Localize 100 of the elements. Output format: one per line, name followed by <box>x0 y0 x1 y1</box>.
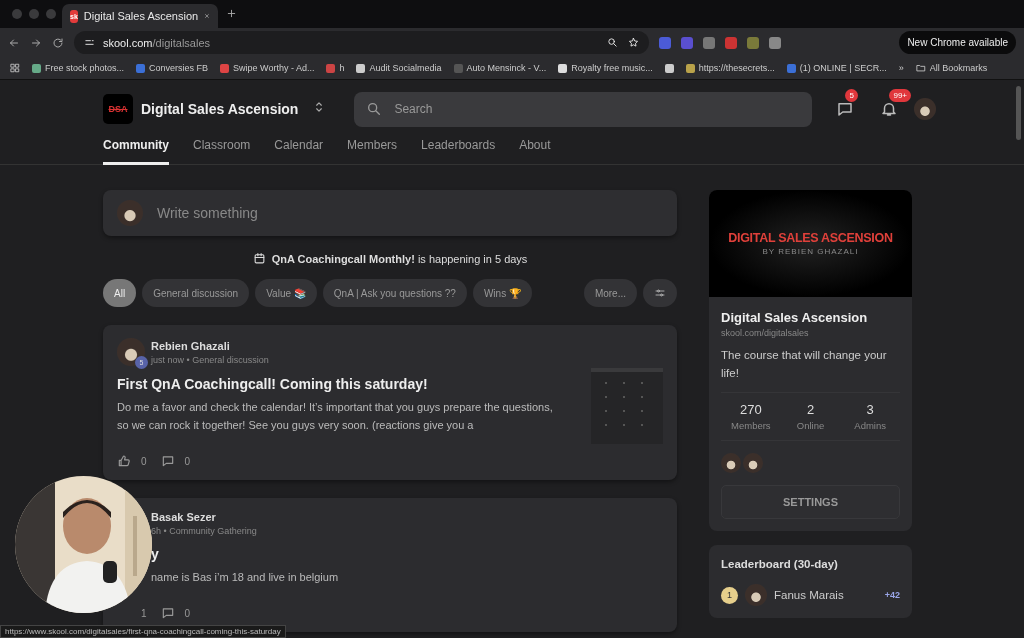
comment-icon[interactable] <box>160 454 175 468</box>
bookmark-icon <box>32 63 41 73</box>
post-title[interactable]: y <box>151 546 159 562</box>
bookmark-icon <box>664 63 674 73</box>
like-count: 1 <box>141 607 147 619</box>
nav-tab[interactable]: Calendar <box>274 138 324 165</box>
search-field[interactable]: Search <box>354 91 813 127</box>
settings-button[interactable]: SETTINGS <box>721 485 900 519</box>
group-title: Digital Sales Ascension <box>721 310 869 325</box>
bookmark[interactable]: Auto Mensinck - V... <box>453 63 547 73</box>
member-avatar[interactable] <box>745 584 767 606</box>
bookmark-icon <box>136 63 146 73</box>
post-meta: just now • General discussion <box>151 354 269 365</box>
bookmark-icon <box>786 63 796 73</box>
stat-value: 2 <box>806 402 815 417</box>
nav-tab[interactable]: About <box>519 138 551 165</box>
points: +42 <box>884 590 900 600</box>
star-icon[interactable] <box>628 37 639 48</box>
chat-badge: 5 <box>845 89 858 102</box>
post-body: Do me a favor and check the calendar! It’s important that you guys prepare the questions, so we can rock it together! See you guys very soon. (reactions give you a <box>117 400 554 433</box>
post-title[interactable]: First QnA Coachingcall! Coming this saturday! <box>117 376 428 392</box>
rank-medal: 1 <box>721 586 738 604</box>
post-body: name is Bas i’m 18 and live in belgium <box>151 570 339 585</box>
nav-tab[interactable]: Community <box>103 138 169 165</box>
extension-icon[interactable] <box>769 36 781 49</box>
post-card[interactable] <box>103 325 677 480</box>
extension-icon[interactable] <box>725 36 737 49</box>
update-button[interactable]: New Chrome available <box>899 31 1016 54</box>
thumbnail-drawing[interactable] <box>591 368 663 444</box>
bookmark[interactable] <box>664 63 674 73</box>
bookmark[interactable]: https://thesecrets... <box>685 63 775 73</box>
comment-count: 0 <box>184 607 191 619</box>
filter-chip[interactable]: General discussion <box>142 279 250 307</box>
banner-title: DIGITAL SALES ASCENSION <box>728 230 893 245</box>
like-icon[interactable] <box>117 454 131 468</box>
user-avatar <box>117 200 143 226</box>
bell-icon[interactable] <box>880 100 899 118</box>
close-icon[interactable] <box>204 11 210 21</box>
back-icon[interactable] <box>8 36 20 49</box>
more-filter[interactable]: More... <box>583 279 637 307</box>
plus-icon[interactable] <box>226 8 237 19</box>
bookmark[interactable]: Audit Socialmedia <box>356 63 442 73</box>
stat-value: 270 <box>740 402 762 417</box>
member-name[interactable]: Fanus Marais <box>774 589 878 601</box>
nav-tab[interactable]: Classroom <box>193 138 251 165</box>
bookmark[interactable]: Conversies FB <box>136 63 209 73</box>
author-name[interactable]: Basak Sezer <box>151 511 257 523</box>
comment-count: 0 <box>184 455 191 467</box>
search-icon <box>366 101 383 117</box>
stat-label: Members <box>731 420 771 431</box>
profile-avatar[interactable] <box>914 98 937 120</box>
forward-icon[interactable] <box>30 36 42 49</box>
author-name[interactable]: Rebien Ghazali <box>151 339 269 352</box>
filter-chip[interactable]: Wins 🏆 <box>472 279 532 307</box>
bookmark[interactable]: Royalty free music... <box>558 63 653 73</box>
bookmark[interactable]: h <box>326 63 345 73</box>
bookmark-icon <box>356 63 366 73</box>
bookmark-icon <box>558 63 568 73</box>
stat-label: Admins <box>854 420 886 431</box>
site-settings-icon <box>84 37 95 48</box>
bookmark[interactable]: Free stock photos... <box>32 63 125 73</box>
post-composer[interactable]: Write something <box>103 190 677 236</box>
nav-tab[interactable]: Leaderboards <box>421 138 496 165</box>
bookmarks-overflow[interactable]: » <box>898 63 904 73</box>
member-avatar[interactable] <box>743 453 763 473</box>
like-count: 0 <box>141 455 147 467</box>
comment-icon[interactable] <box>160 606 175 620</box>
bookmark-icon <box>685 63 695 73</box>
zoom-icon[interactable] <box>607 37 618 48</box>
status-url: https://www.skool.com/digitalsales/first-qna-coachingcall-coming-this-saturday <box>0 625 286 638</box>
folder-icon <box>915 63 926 73</box>
event-notice[interactable]: QnA Coachingcall Monthly! is happening in 5 days <box>271 252 528 265</box>
all-bookmarks[interactable]: All Bookmarks <box>915 63 988 73</box>
bookmark-icon <box>453 63 463 73</box>
filter-chip[interactable]: QnA | Ask you questions ?? <box>322 279 467 307</box>
filter-chip[interactable]: Value 📚 <box>255 279 317 307</box>
extension-icon[interactable] <box>747 36 759 49</box>
filter-settings-button[interactable] <box>643 279 677 307</box>
group-description: The course that will change your life! <box>721 348 888 381</box>
extension-icon[interactable] <box>659 36 671 49</box>
post-meta: 6h • Community Gathering <box>151 526 257 536</box>
chat-icon[interactable] <box>836 100 855 118</box>
member-avatar[interactable] <box>721 453 741 473</box>
calendar-icon <box>252 252 266 265</box>
banner-subtitle: BY REBIEN GHAZALI <box>762 246 859 257</box>
bookmark[interactable]: (1) ONLINE | SECR... <box>786 63 887 73</box>
nav-tab[interactable]: Members <box>347 138 398 165</box>
group-url[interactable]: skool.com/digitalsales <box>721 328 900 338</box>
apps-icon[interactable] <box>10 63 20 73</box>
group-logo[interactable]: DSA <box>103 94 133 124</box>
group-name[interactable]: Digital Sales Ascension <box>141 101 299 117</box>
bookmark-icon <box>326 63 336 73</box>
notification-badge: 99+ <box>889 89 911 102</box>
address-bar[interactable]: skool.com/digitalsales <box>74 31 649 54</box>
leaderboard-title: Leaderboard (30-day) <box>721 558 839 570</box>
reload-icon[interactable] <box>52 36 64 49</box>
filter-chip[interactable]: All <box>103 279 137 307</box>
bookmark[interactable]: Swipe Worthy - Ad... <box>220 63 315 73</box>
bookmark-icon <box>220 63 230 73</box>
extension-icon[interactable] <box>703 36 715 49</box>
